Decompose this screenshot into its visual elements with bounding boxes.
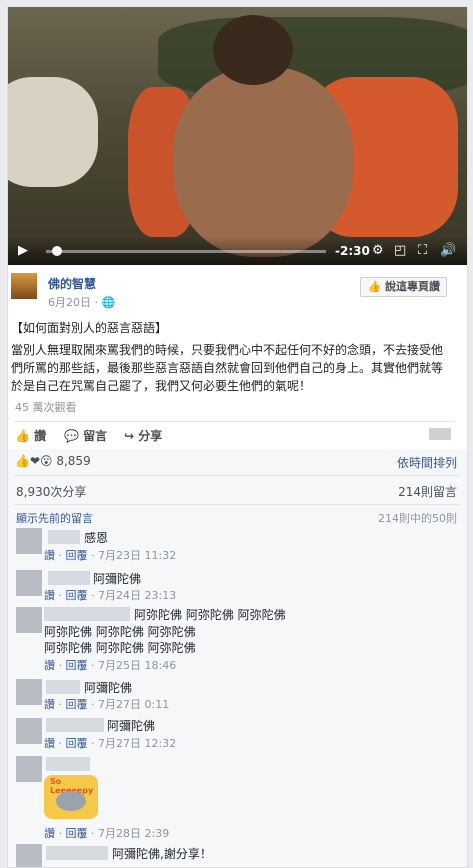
comment-meta: 讚 · 回覆 · 7月24日 23:13	[44, 589, 177, 602]
post-date[interactable]: 6月20日 · 🌐	[48, 294, 115, 310]
comment-text: 阿彌陀佛	[84, 681, 133, 695]
time-remaining: -2:30	[335, 244, 370, 258]
post-title: 【如何面對別人的惡言惡語】	[11, 321, 168, 335]
progress-track[interactable]	[46, 250, 326, 253]
comment-meta: 讚 · 回覆 · 7月25日 18:46	[44, 659, 177, 672]
page-name[interactable]: 佛的智慧	[48, 275, 96, 292]
comment-reply[interactable]: 回覆	[66, 698, 88, 711]
post-body: 當別人無理取鬧來罵我們的時候，只要我們心中不起任何不好的念頭，不去接受他們所罵的…	[11, 343, 444, 393]
view-count: 45 萬次觀看	[15, 401, 77, 414]
page-avatar[interactable]	[11, 273, 37, 299]
sleepy-cat-sticker[interactable]: So Leeeeepy	[44, 775, 98, 819]
reactions-count[interactable]: 👍❤😮 8,859	[15, 454, 91, 468]
viewer-avatar-selector[interactable]	[429, 428, 451, 440]
comment-text-line: 阿弥陀佛 阿弥陀佛 阿弥陀佛	[44, 641, 196, 655]
commenter-name[interactable]	[46, 680, 80, 694]
comment-meta: 讚 · 回覆 · 7月23日 11:32	[44, 549, 177, 562]
avatar[interactable]	[16, 607, 42, 633]
gear-icon[interactable]: ⚙	[372, 244, 384, 258]
divider	[15, 504, 460, 505]
comment-like[interactable]: 讚	[44, 737, 55, 750]
progress-knob[interactable]	[52, 246, 63, 256]
comment-reply[interactable]: 回覆	[66, 827, 88, 840]
comment-icon: 💬	[64, 429, 79, 443]
share-icon: ↪	[124, 429, 135, 443]
post-card: ▶ -2:30 ⚙ ◰ ⛶ 🔊 佛的智慧 6月20日 · 🌐 👍 說這專頁讚 【…	[7, 6, 468, 868]
comment-reply[interactable]: 回覆	[66, 659, 88, 672]
comments-count[interactable]: 214則留言	[398, 483, 457, 500]
commenter-name[interactable]	[46, 718, 104, 732]
like-page-button[interactable]: 👍 說這專頁讚	[360, 277, 447, 297]
popout-icon[interactable]: ◰	[394, 244, 406, 258]
volume-icon[interactable]: 🔊	[440, 244, 456, 258]
comment-reply[interactable]: 回覆	[66, 589, 88, 602]
video-head-shape	[213, 15, 293, 85]
comment-like[interactable]: 讚	[44, 827, 55, 840]
avatar[interactable]	[16, 844, 42, 867]
video-player[interactable]: ▶ -2:30 ⚙ ◰ ⛶ 🔊	[8, 7, 467, 265]
comment-meta: 讚 · 回覆 · 7月27日 0:11	[44, 698, 170, 711]
commenter-name[interactable]	[48, 571, 90, 585]
post-text: 【如何面對別人的惡言惡語】 當別人無理取鬧來罵我們的時候，只要我們心中不起任何不…	[11, 319, 449, 395]
avatar[interactable]	[16, 756, 42, 782]
comment-text: 阿彌陀佛	[93, 572, 142, 586]
comment-like[interactable]: 讚	[44, 659, 55, 672]
like-button[interactable]: 👍 讚	[15, 427, 46, 444]
thumbs-up-icon: 👍	[367, 280, 382, 293]
video-ox-shape	[8, 77, 98, 187]
avatar[interactable]	[16, 679, 42, 705]
comments-of-total: 214則中的50則	[378, 512, 457, 525]
video-figure-shape	[173, 67, 353, 257]
comment-reply[interactable]: 回覆	[66, 549, 88, 562]
commenter-name[interactable]	[44, 607, 130, 621]
shares-count[interactable]: 8,930次分享	[16, 483, 86, 500]
comment-like[interactable]: 讚	[44, 549, 55, 562]
cat-icon	[56, 791, 86, 811]
thumbs-up-icon: 👍	[15, 429, 30, 443]
video-controls: ▶ -2:30 ⚙ ◰ ⛶ 🔊	[8, 237, 467, 265]
avatar[interactable]	[16, 528, 42, 554]
divider	[15, 475, 460, 476]
sort-comments[interactable]: 依時間排列	[397, 454, 457, 471]
comment-like[interactable]: 讚	[44, 589, 55, 602]
comment-meta: 讚 · 回覆 · 7月27日 12:32	[44, 737, 177, 750]
avatar[interactable]	[16, 570, 42, 596]
play-icon[interactable]: ▶	[18, 244, 28, 258]
avatar[interactable]	[16, 718, 42, 744]
comment-button[interactable]: 💬 留言	[64, 427, 107, 444]
reaction-icons: 👍❤😮	[15, 454, 53, 468]
commenter-name[interactable]	[46, 757, 90, 771]
comment-text: 阿弥陀佛 阿弥陀佛 阿弥陀佛	[134, 608, 286, 622]
divider	[15, 421, 455, 422]
comment-text: 阿彌陀佛,謝分享！	[112, 847, 212, 861]
comment-text: 感恩	[84, 531, 109, 545]
fullscreen-icon[interactable]: ⛶	[418, 244, 427, 258]
show-previous-comments[interactable]: 顯示先前的留言	[16, 510, 93, 526]
globe-icon: 🌐	[101, 296, 116, 309]
comment-like[interactable]: 讚	[44, 698, 55, 711]
comment-text: 阿彌陀佛	[107, 719, 156, 733]
comment-reply[interactable]: 回覆	[66, 737, 88, 750]
commenter-name[interactable]	[48, 530, 80, 544]
share-button[interactable]: ↪ 分享	[124, 427, 162, 444]
commenter-name[interactable]	[46, 846, 108, 860]
comment-meta: 讚 · 回覆 · 7月28日 2:39	[44, 827, 170, 840]
comment-text-line: 阿弥陀佛 阿弥陀佛 阿弥陀佛	[44, 625, 196, 639]
